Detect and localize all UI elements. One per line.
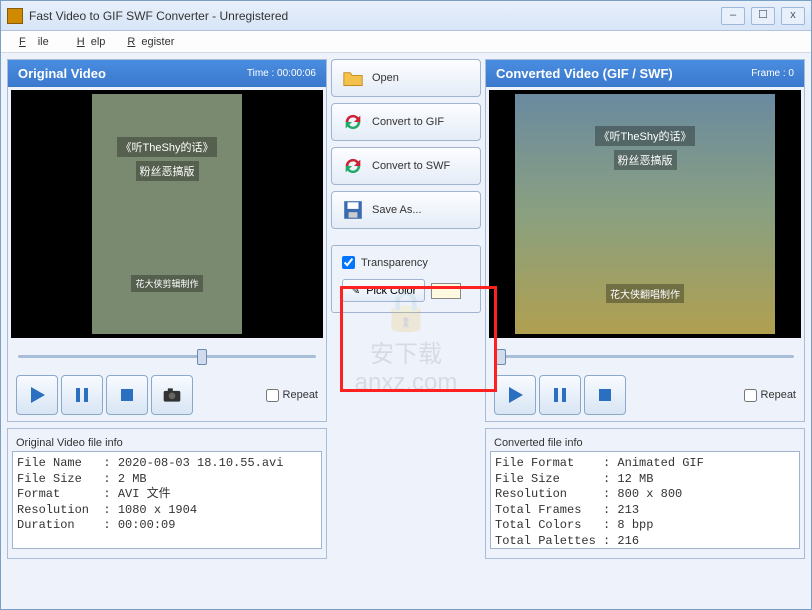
video-overlay-title2-r: 粉丝恶搞版: [614, 150, 677, 170]
save-as-label: Save As...: [372, 204, 422, 216]
titlebar: Fast Video to GIF SWF Converter - Unregi…: [1, 1, 811, 31]
transparency-row[interactable]: Transparency: [342, 256, 470, 269]
original-controls: Repeat: [8, 371, 326, 421]
color-swatch[interactable]: [431, 283, 461, 299]
close-button[interactable]: x: [781, 7, 805, 25]
pick-color-label: Pick Color: [366, 285, 416, 297]
maximize-button[interactable]: ☐: [751, 7, 775, 25]
snapshot-button[interactable]: [151, 375, 193, 415]
convert-swf-icon: [342, 155, 364, 177]
converted-video-area: 《听TheShy的话》 粉丝恶搞版 花大侠翻唱制作: [489, 90, 801, 338]
transparency-label: Transparency: [361, 257, 428, 269]
converted-timeline-slider[interactable]: [496, 347, 794, 365]
original-video-thumbnail: 《听TheShy的话》 粉丝恶搞版 花大侠剪辑制作: [92, 94, 242, 334]
convert-gif-label: Convert to GIF: [372, 116, 444, 128]
transparency-checkbox[interactable]: [342, 256, 355, 269]
video-overlay-title1-r: 《听TheShy的话》: [595, 126, 696, 146]
video-caption-left: 花大侠剪辑制作: [131, 275, 202, 292]
original-play-button[interactable]: [16, 375, 58, 415]
original-repeat-label: Repeat: [283, 389, 318, 401]
original-panel-header: Original Video Time : 00:00:06: [8, 60, 326, 87]
original-info-legend: Original Video file info: [12, 437, 127, 449]
original-panel-title: Original Video: [18, 66, 106, 81]
converted-controls: Repeat: [486, 371, 804, 421]
window-controls: – ☐ x: [721, 7, 805, 25]
converted-repeat-wrap[interactable]: Repeat: [744, 389, 796, 402]
eyedropper-icon: ✎: [351, 284, 360, 297]
convert-gif-icon: [342, 111, 364, 133]
middle-column: Open Convert to GIF Convert to SWF Save …: [331, 59, 481, 603]
original-time-label: Time : 00:00:06: [247, 68, 316, 79]
pick-color-row: ✎ Pick Color: [342, 279, 470, 302]
converted-repeat-checkbox[interactable]: [744, 389, 757, 402]
converted-panel-title: Converted Video (GIF / SWF): [496, 66, 673, 81]
converted-stop-button[interactable]: [584, 375, 626, 415]
converted-frame-label: Frame : 0: [751, 68, 794, 79]
converted-play-button[interactable]: [494, 375, 536, 415]
original-video-panel: Original Video Time : 00:00:06 《听TheShy的…: [7, 59, 327, 422]
menu-help[interactable]: Help: [65, 34, 112, 50]
right-panel: Converted Video (GIF / SWF) Frame : 0 《听…: [485, 59, 805, 603]
original-stop-button[interactable]: [106, 375, 148, 415]
convert-gif-button[interactable]: Convert to GIF: [331, 103, 481, 141]
left-panel: Original Video Time : 00:00:06 《听TheShy的…: [7, 59, 327, 603]
converted-slider-row: [486, 341, 804, 371]
converted-info-legend: Converted file info: [490, 437, 587, 449]
video-overlay-title1: 《听TheShy的话》: [117, 137, 218, 157]
converted-info-group: Converted file info: [485, 428, 805, 559]
minimize-button[interactable]: –: [721, 7, 745, 25]
window-title: Fast Video to GIF SWF Converter - Unregi…: [29, 9, 721, 23]
original-slider-row: [8, 341, 326, 371]
converted-video-panel: Converted Video (GIF / SWF) Frame : 0 《听…: [485, 59, 805, 422]
original-info-textarea[interactable]: [12, 451, 322, 549]
original-info-group: Original Video file info: [7, 428, 327, 559]
folder-open-icon: [342, 67, 364, 89]
app-icon: [7, 8, 23, 24]
open-label: Open: [372, 72, 399, 84]
original-repeat-checkbox[interactable]: [266, 389, 279, 402]
converted-repeat-label: Repeat: [761, 389, 796, 401]
content-area: Original Video Time : 00:00:06 《听TheShy的…: [1, 53, 811, 609]
camera-icon: [162, 385, 182, 405]
pick-color-button[interactable]: ✎ Pick Color: [342, 279, 425, 302]
original-timeline-slider[interactable]: [18, 347, 316, 365]
save-as-button[interactable]: Save As...: [331, 191, 481, 229]
menu-file[interactable]: File: [7, 34, 61, 50]
converted-pause-button[interactable]: [539, 375, 581, 415]
original-video-area: 《听TheShy的话》 粉丝恶搞版 花大侠剪辑制作: [11, 90, 323, 338]
original-repeat-wrap[interactable]: Repeat: [266, 389, 318, 402]
video-overlay-title2: 粉丝恶搞版: [136, 161, 199, 181]
original-pause-button[interactable]: [61, 375, 103, 415]
video-caption-right: 花大侠翻唱制作: [606, 284, 684, 303]
converted-video-thumbnail: 《听TheShy的话》 粉丝恶搞版 花大侠翻唱制作: [515, 94, 775, 334]
menu-register[interactable]: Register: [115, 34, 180, 50]
converted-info-textarea[interactable]: [490, 451, 800, 549]
save-icon: [342, 199, 364, 221]
options-box: Transparency ✎ Pick Color: [331, 245, 481, 313]
convert-swf-button[interactable]: Convert to SWF: [331, 147, 481, 185]
convert-swf-label: Convert to SWF: [372, 160, 450, 172]
converted-panel-header: Converted Video (GIF / SWF) Frame : 0: [486, 60, 804, 87]
app-window: Fast Video to GIF SWF Converter - Unregi…: [0, 0, 812, 610]
menubar: File Help Register: [1, 31, 811, 53]
open-button[interactable]: Open: [331, 59, 481, 97]
